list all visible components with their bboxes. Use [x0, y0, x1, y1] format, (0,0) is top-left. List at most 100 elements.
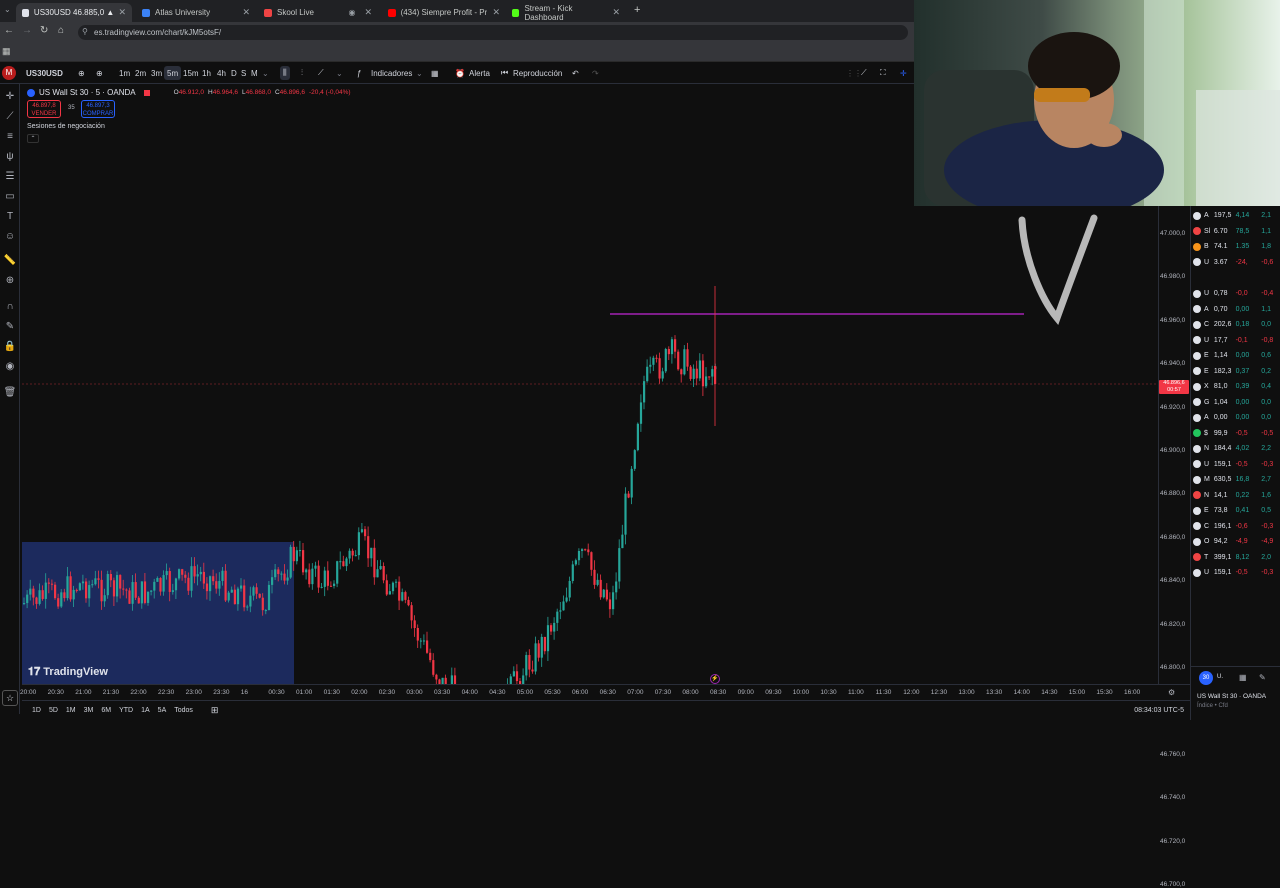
chevron-down-icon[interactable]: ⌄	[416, 66, 423, 80]
browser-tab-youtube[interactable]: (434) Siempre Profit - Profit | T ✕	[382, 3, 506, 22]
symbol-search-button[interactable]: US30USD	[26, 66, 63, 80]
interval-1h[interactable]: 1h	[202, 66, 211, 80]
layouts-icon[interactable]: ▦	[431, 66, 439, 80]
text-icon[interactable]: T	[3, 210, 17, 224]
chevron-down-icon[interactable]: ⌄	[262, 66, 269, 80]
close-icon[interactable]: ✕	[612, 7, 620, 18]
url-field[interactable]: ⚲ es.tradingview.com/chart/kJM5otsF/	[78, 25, 908, 40]
watchlist-row[interactable]: $99,9-0,5-0,5	[1193, 426, 1280, 441]
buy-button[interactable]: 46.897,3 COMPRAR	[81, 100, 115, 118]
interval-4h[interactable]: 4h	[217, 66, 226, 80]
new-tab-icon[interactable]: +	[634, 4, 640, 16]
star-icon[interactable]: ☆	[2, 690, 18, 706]
range-button-1d[interactable]: 1D	[28, 707, 45, 714]
watchlist-row[interactable]: U159,1-0,5-0,3	[1193, 565, 1280, 580]
fullscreen-icon[interactable]: ⛶	[880, 66, 886, 80]
trash-icon[interactable]: 🗑	[3, 386, 17, 400]
crosshair-icon[interactable]: ✛	[900, 66, 907, 80]
fib-icon[interactable]: ☰	[3, 170, 17, 184]
apps-grid-icon[interactable]: ▦	[2, 46, 11, 57]
chevron-down-icon[interactable]: ⌄	[336, 66, 343, 80]
alert-button[interactable]: Alerta	[469, 66, 490, 80]
interval-2m[interactable]: 2m	[135, 66, 146, 80]
interval-5m[interactable]: 5m	[164, 66, 181, 80]
interval-m[interactable]: M	[251, 66, 258, 80]
emoji-icon[interactable]: ☺	[3, 230, 17, 244]
range-button-6m[interactable]: 6M	[97, 707, 115, 714]
browser-tab-skool[interactable]: Skool Live ◉ ✕	[258, 3, 378, 22]
pencil-icon[interactable]: ✎	[3, 320, 17, 334]
undo-icon[interactable]: ↶	[572, 66, 579, 80]
utc-clock[interactable]: 08:34:03 UTC-5	[1134, 707, 1184, 714]
range-button-1m[interactable]: 1M	[62, 707, 80, 714]
watchlist-row[interactable]: E73,80,410,5	[1193, 503, 1280, 518]
watchlist-row[interactable]: T399,18,122,0	[1193, 550, 1280, 565]
replay-button[interactable]: Reproducción	[513, 66, 562, 80]
watchlist-row[interactable]: U159,1-0,5-0,3	[1193, 457, 1280, 472]
browser-tab-tradingview[interactable]: US30USD 46.885,0 ▲ +0.86% U ✕	[16, 3, 132, 22]
range-button-todos[interactable]: Todos	[170, 707, 197, 714]
ruler-icon[interactable]: 📏	[3, 254, 17, 268]
watchlist-row[interactable]: G1,040,000,0	[1193, 395, 1280, 410]
watchlist-row[interactable]: A0,000,000,0	[1193, 410, 1280, 425]
zoom-icon[interactable]: ⊕	[3, 274, 17, 288]
indicators-button[interactable]: Indicadores	[371, 66, 412, 80]
user-avatar[interactable]: M	[2, 66, 16, 80]
close-icon[interactable]: ✕	[492, 7, 500, 18]
watchlist-row[interactable]: C202,60,180,0	[1193, 317, 1280, 332]
eye-icon[interactable]: ◉	[3, 360, 17, 374]
sell-button[interactable]: 46.897,8 VENDER	[27, 100, 61, 118]
site-info-icon[interactable]: ⚲	[82, 27, 88, 36]
drag-handle-icon[interactable]: ⋮⋮	[846, 66, 862, 80]
browser-tab-kick[interactable]: Stream - Kick Dashboard ✕	[506, 3, 626, 22]
interval-1m[interactable]: 1m	[119, 66, 130, 80]
watchlist-row[interactable]: E182,30,370,2	[1193, 364, 1280, 379]
sessions-indicator[interactable]: Sesiones de negociación	[27, 123, 105, 130]
watchlist-row[interactable]: Sl6.7078,51,1	[1193, 224, 1280, 239]
replay-icon[interactable]: ⏮	[501, 66, 508, 80]
browser-tab-atlas[interactable]: Atlas University ✕	[136, 3, 256, 22]
watchlist-row[interactable]: N14,10,221,6	[1193, 488, 1280, 503]
calendar-range-icon[interactable]: ⊞	[211, 705, 219, 716]
watchlist-row[interactable]: N184,44,022,2	[1193, 441, 1280, 456]
edit-icon[interactable]: ✎	[1259, 673, 1266, 682]
draw-line-icon[interactable]: ⟋	[861, 66, 867, 80]
back-icon[interactable]: ←	[4, 25, 14, 36]
magnet-icon[interactable]: ∩	[3, 300, 17, 314]
range-button-ytd[interactable]: YTD	[115, 707, 137, 714]
watchlist-row[interactable]: A197,54,142,1	[1193, 208, 1280, 223]
range-button-3m[interactable]: 3M	[80, 707, 98, 714]
indicators-icon[interactable]: ƒ	[357, 66, 361, 80]
trendline-icon[interactable]: ⟋	[3, 110, 17, 124]
rectangle-icon[interactable]: ▭	[3, 190, 17, 204]
close-icon[interactable]: ✕	[242, 7, 250, 18]
candles-type-icon[interactable]: ⫼	[280, 66, 290, 80]
collapse-legend-button[interactable]: ⌃	[27, 134, 39, 143]
compare-icon[interactable]: ⊕	[78, 66, 85, 80]
add-symbol-icon[interactable]: ⊕	[96, 66, 103, 80]
watchlist-row[interactable]: U17,7-0,1-0,8	[1193, 333, 1280, 348]
watchlist-row[interactable]: O94,2-4,9-4,9	[1193, 534, 1280, 549]
home-icon[interactable]: ⌂	[58, 25, 64, 36]
watchlist-row[interactable]: A0,700,001,1	[1193, 302, 1280, 317]
interval-15m[interactable]: 15m	[183, 66, 199, 80]
event-marker-icon[interactable]: ⚡	[710, 674, 720, 684]
watchlist-row[interactable]: E1,140,000,6	[1193, 348, 1280, 363]
time-axis[interactable]: 20:0020:3021:0021:3022:0022:3023:0023:30…	[22, 684, 1190, 700]
reload-icon[interactable]: ↻	[40, 25, 48, 36]
horizontal-lines-icon[interactable]: ≡	[3, 130, 17, 144]
redo-icon[interactable]: ↷	[592, 66, 599, 80]
range-button-1a[interactable]: 1A	[137, 707, 154, 714]
watchlist-row[interactable]: M630,516,82,7	[1193, 472, 1280, 487]
alert-icon[interactable]: ⏰	[455, 66, 465, 80]
close-icon[interactable]: ✕	[118, 7, 126, 18]
range-button-5d[interactable]: 5D	[45, 707, 62, 714]
watchlist-row[interactable]: C196,1-0,6-0,3	[1193, 519, 1280, 534]
tab-menu-icon[interactable]: ⌄	[4, 5, 11, 14]
close-icon[interactable]: ✕	[364, 7, 372, 18]
pitchfork-icon[interactable]: ψ	[3, 150, 17, 164]
watchlist-row[interactable]: U0,78-0,0-0,4	[1193, 286, 1280, 301]
watchlist-row[interactable]: B74.11.351,8	[1193, 239, 1280, 254]
range-button-5a[interactable]: 5A	[154, 707, 171, 714]
interval-3m[interactable]: 3m	[151, 66, 162, 80]
